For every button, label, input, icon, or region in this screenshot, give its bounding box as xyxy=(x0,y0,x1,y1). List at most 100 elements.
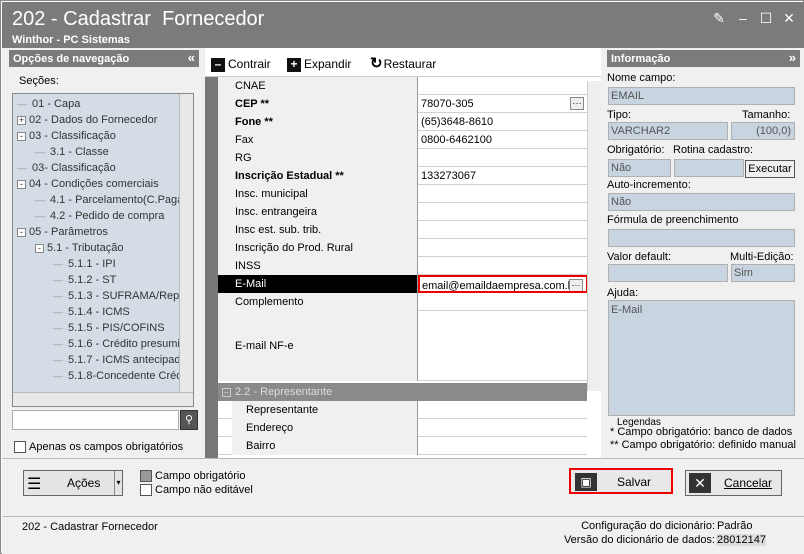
collapse-node-icon[interactable]: - xyxy=(35,243,44,253)
tree-item[interactable]: –– 3.1 - Classe xyxy=(35,144,109,160)
grid-row-value[interactable] xyxy=(419,203,587,221)
default-value xyxy=(608,264,728,282)
grid-row[interactable]: RG xyxy=(218,149,587,167)
grid-row[interactable]: CNAE xyxy=(218,77,587,95)
tree-horizontal-scrollbar[interactable] xyxy=(13,392,193,406)
tree-item-label: 5.1.4 - ICMS xyxy=(68,306,130,318)
help-label: Ajuda: xyxy=(607,287,639,299)
collapse-panel-icon[interactable]: « xyxy=(188,50,195,65)
collapse-node-icon[interactable]: - xyxy=(17,179,26,189)
grid-row-value[interactable] xyxy=(419,149,587,167)
grid-row[interactable]: Complemento xyxy=(218,293,587,311)
grid-row-value[interactable]: (65)3648-8610 xyxy=(419,113,587,131)
tree-item[interactable]: –– 4.1 - Parcelamento(C.Paga xyxy=(35,192,183,208)
grid-row-value[interactable]: 133273067 xyxy=(419,167,587,185)
grid-row[interactable]: E-Mail email@emaildaempresa.com.br ··· xyxy=(218,275,588,293)
fields-panel: – Contrair + Expandir ↻Restaurar CNAE CEP *… xyxy=(205,48,601,459)
ellipsis-icon[interactable]: ··· xyxy=(570,97,584,110)
execute-button[interactable]: Executar xyxy=(745,160,795,178)
maximize-icon[interactable]: ☐ xyxy=(759,11,773,25)
grid-row-value[interactable] xyxy=(419,437,587,455)
tree-item[interactable]: -05 - Parâmetros xyxy=(17,224,108,240)
close-icon[interactable]: ✕ xyxy=(782,11,796,25)
grid-row-value[interactable] xyxy=(419,293,587,311)
tree-item[interactable]: –– 5.1.3 - SUFRAMA/Repa xyxy=(53,288,185,304)
section-search-input[interactable] xyxy=(12,410,179,430)
tree-item[interactable]: –– 5.1.2 - ST xyxy=(53,272,116,288)
grid-row[interactable]: Insc est. sub. trib. xyxy=(218,221,587,239)
tree-item[interactable]: –– 4.2 - Pedido de compra xyxy=(35,208,164,224)
tree-item[interactable]: –– 5.1.1 - IPI xyxy=(53,256,116,272)
grid-row[interactable]: Inscrição do Prod. Rural xyxy=(218,239,587,257)
email-field[interactable]: email@emaildaempresa.com.br ··· xyxy=(418,275,588,293)
grid-row-value[interactable] xyxy=(419,257,587,275)
tree-item[interactable]: -03 - Classificação xyxy=(17,128,116,144)
expand-node-icon[interactable]: + xyxy=(17,115,26,125)
grid-row[interactable]: INSS xyxy=(218,257,587,275)
actions-button[interactable]: ☰ Ações ▾ xyxy=(23,470,123,496)
minimize-icon[interactable]: – xyxy=(736,11,750,25)
save-label: Salvar xyxy=(617,475,652,489)
group-representante[interactable]: –2.2 - Representante xyxy=(218,383,587,401)
tree-item[interactable]: –– 5.1.4 - ICMS xyxy=(53,304,130,320)
grid-row-value[interactable] xyxy=(419,77,587,95)
collapse-label: Contrair xyxy=(228,57,271,71)
grid-row[interactable]: Insc. municipal xyxy=(218,185,587,203)
tree-item[interactable]: –– 5.1.7 - ICMS antecipad xyxy=(53,352,181,368)
grid-scrollbar[interactable] xyxy=(587,81,601,391)
grid-row[interactable]: E-mail NF-e xyxy=(218,311,587,381)
expand-button[interactable]: + Expandir xyxy=(287,54,351,74)
grid-row-value[interactable] xyxy=(419,311,587,381)
grid-row-value[interactable] xyxy=(419,401,587,419)
tree-vertical-scrollbar[interactable] xyxy=(179,94,193,392)
tree-item[interactable]: -04 - Condições comerciais xyxy=(17,176,159,192)
grid-row[interactable]: Inscrição Estadual ** 133273067 xyxy=(218,167,587,185)
collapse-group-icon[interactable]: – xyxy=(222,388,231,397)
grid-row[interactable]: Fone ** (65)3648-8610 xyxy=(218,113,587,131)
chevron-down-icon[interactable]: ▾ xyxy=(114,471,122,495)
tree-item[interactable]: -5.1 - Tributação xyxy=(35,240,123,256)
section-tree[interactable]: –– 01 - Capa +02 - Dados do Fornecedor -03 … xyxy=(12,93,194,407)
legend-noneditable: Campo não editável xyxy=(140,484,253,497)
grid-row-label: INSS xyxy=(218,257,418,275)
tree-item-label: 4.1 - Parcelamento(C.Paga xyxy=(50,194,184,206)
checkbox-box[interactable] xyxy=(14,441,26,454)
only-required-checkbox[interactable]: Apenas os campos obrigatórios xyxy=(14,441,183,454)
grid-row-value[interactable] xyxy=(419,419,587,437)
restore-button[interactable]: ↻Restaurar xyxy=(370,54,436,74)
grid-row-value[interactable]: 0800-6462100 xyxy=(419,131,587,149)
grid-row[interactable]: Fax 0800-6462100 xyxy=(218,131,587,149)
grid-row-value[interactable] xyxy=(419,239,587,257)
legend-manual-required: ** Campo obrigatório: definido manual xyxy=(610,439,796,451)
tree-item[interactable]: –– 5.1.8-Concedente Créd xyxy=(53,368,182,384)
field-name-value: EMAIL xyxy=(608,87,795,105)
cancel-button[interactable]: ✕ Cancelar xyxy=(685,470,782,496)
collapse-button[interactable]: – Contrair xyxy=(211,54,271,74)
ellipsis-icon[interactable]: ··· xyxy=(569,279,583,291)
tree-item[interactable]: –– 03- Classificação xyxy=(17,160,116,176)
grid-row[interactable]: Insc. entrangeira xyxy=(218,203,587,221)
tree-item-label: 4.2 - Pedido de compra xyxy=(50,210,165,222)
grid-row[interactable]: Bairro xyxy=(218,437,587,455)
save-button[interactable]: ▣ Salvar xyxy=(569,468,673,494)
noneditable-label: Campo não editável xyxy=(155,484,253,496)
tree-item[interactable]: +02 - Dados do Fornecedor xyxy=(17,112,157,128)
tree-item[interactable]: –– 5.1.6 - Crédito presumi xyxy=(53,336,180,352)
grid-row-value-text: email@emaildaempresa.com.br xyxy=(422,280,578,292)
grid-row-label: E-mail NF-e xyxy=(218,311,418,381)
search-icon[interactable]: ⚲ xyxy=(180,410,198,430)
grid-row[interactable]: CEP ** 78070-305 ··· xyxy=(218,95,587,113)
tree-item[interactable]: –– 5.1.5 - PIS/COFINS xyxy=(53,320,165,336)
collapse-node-icon[interactable]: - xyxy=(17,227,26,237)
tree-item[interactable]: –– 01 - Capa xyxy=(17,96,80,112)
grid-row-value[interactable] xyxy=(419,221,587,239)
expand-panel-icon[interactable]: » xyxy=(789,50,796,65)
edit-icon[interactable]: ✎ xyxy=(712,11,726,25)
formula-value xyxy=(608,229,795,247)
grid-row-label: Inscrição Estadual ** xyxy=(218,167,418,185)
grid-row-value[interactable] xyxy=(419,185,587,203)
grid-row-value[interactable]: 78070-305 ··· xyxy=(419,95,587,113)
grid-row[interactable]: Representante xyxy=(218,401,587,419)
grid-row[interactable]: Endereço xyxy=(218,419,587,437)
collapse-node-icon[interactable]: - xyxy=(17,131,26,141)
